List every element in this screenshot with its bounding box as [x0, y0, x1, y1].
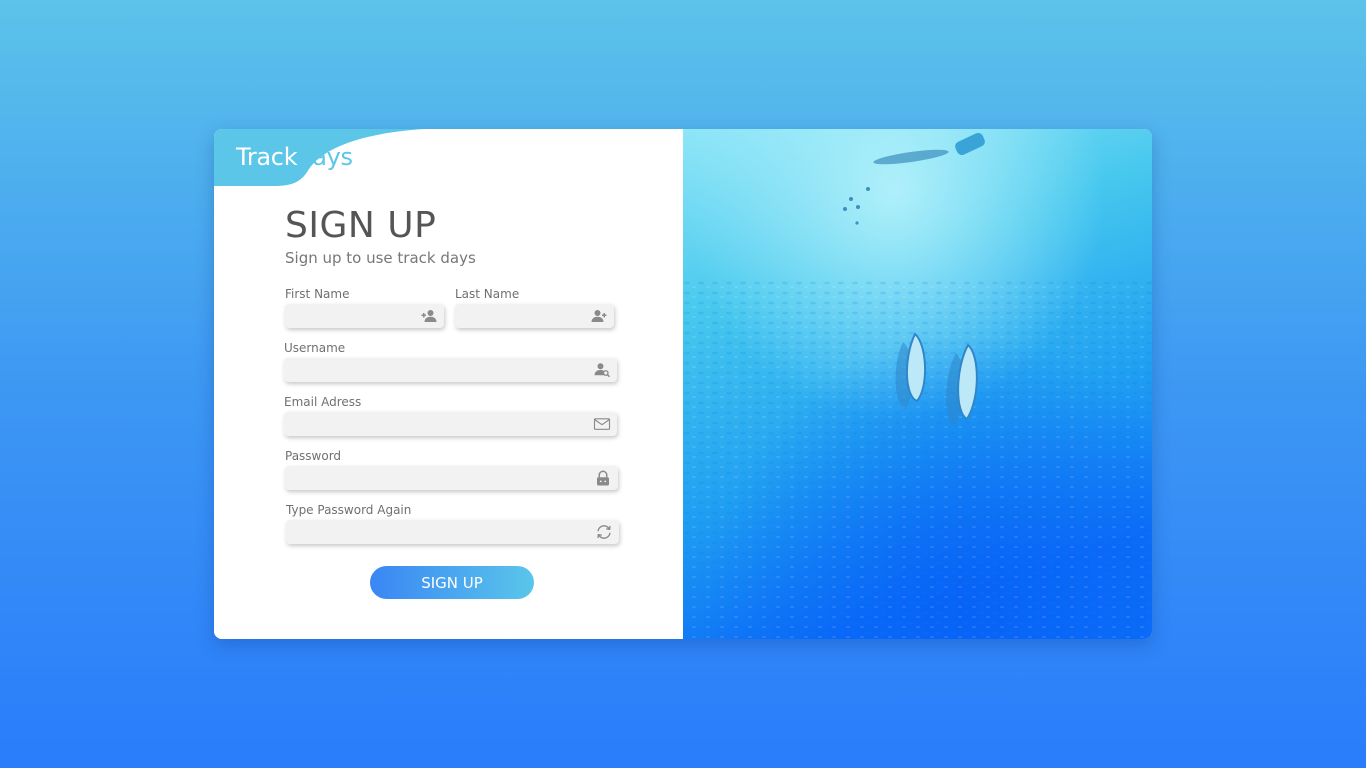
logo-text-track: Track: [236, 143, 298, 171]
username-input[interactable]: [284, 358, 617, 382]
password-field[interactable]: [285, 466, 618, 490]
username-field[interactable]: [284, 358, 617, 382]
password-again-input[interactable]: [286, 520, 619, 544]
email-field[interactable]: [284, 412, 617, 436]
username-label: Username: [284, 341, 346, 355]
last-name-label: Last Name: [455, 287, 520, 301]
password-again-label: Type Password Again: [286, 503, 412, 517]
password-input[interactable]: [285, 466, 618, 490]
add-user-icon: [591, 310, 607, 322]
logo-text-days: days: [297, 143, 353, 171]
password-again-field[interactable]: [286, 520, 619, 544]
refresh-icon: [597, 525, 611, 539]
email-label: Email Adress: [284, 395, 362, 409]
aerial-sea-image: [683, 129, 1152, 639]
hero-image: [683, 129, 1152, 639]
app-logo: Trackdays: [236, 143, 353, 171]
email-input[interactable]: [284, 412, 617, 436]
lock-icon: [597, 470, 609, 486]
add-user-icon: [421, 310, 437, 322]
envelope-icon: [593, 418, 611, 430]
page-title: SIGN UP: [285, 205, 437, 246]
first-name-field[interactable]: [285, 304, 444, 328]
sign-up-button[interactable]: SIGN UP: [370, 566, 534, 599]
signup-card: Trackdays SIGN UP Sign up to use track d…: [214, 129, 1152, 639]
signup-panel: Trackdays SIGN UP Sign up to use track d…: [214, 129, 683, 639]
last-name-field[interactable]: [455, 304, 614, 328]
user-search-icon: [594, 363, 611, 378]
first-name-label: First Name: [285, 287, 350, 301]
password-label: Password: [285, 449, 342, 463]
page-subtitle: Sign up to use track days: [285, 249, 476, 267]
